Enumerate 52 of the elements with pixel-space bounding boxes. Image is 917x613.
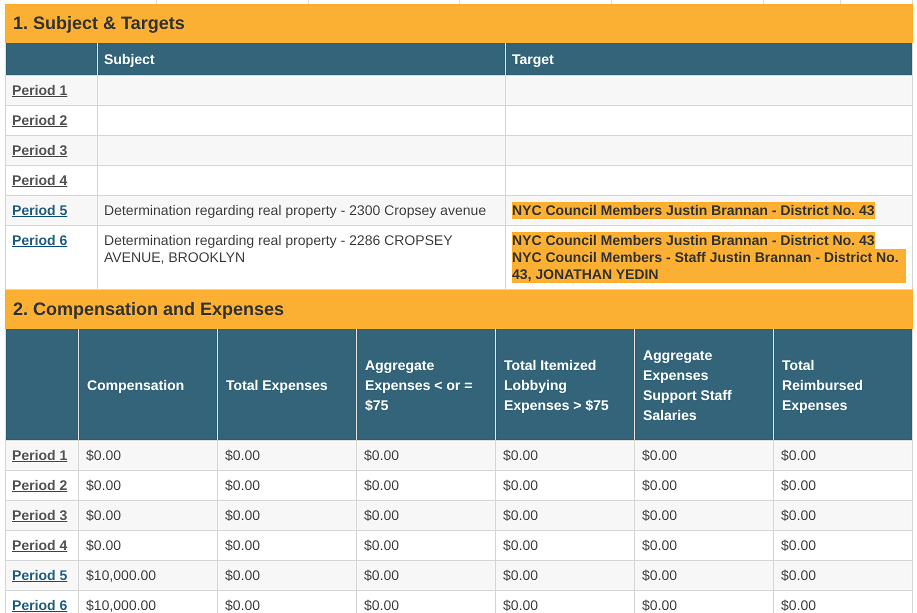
- amount-text: $0.00: [642, 597, 678, 613]
- amount-text: $0.00: [225, 567, 260, 583]
- amount-text: $0.00: [364, 567, 400, 583]
- subject-text: Determination regarding real property - 2300 Cropsey avenue: [104, 202, 486, 218]
- section-title: 2. Compensation and Expenses: [13, 298, 284, 320]
- amount-text: $0.00: [642, 507, 678, 523]
- amount-text: $0.00: [225, 447, 260, 463]
- column-header: Target: [506, 43, 912, 76]
- amount-text: $0.00: [225, 597, 260, 613]
- amount-text: $10,000.00: [86, 597, 156, 613]
- amount-text: $0.00: [781, 447, 816, 463]
- amount-text: $0.00: [781, 477, 816, 493]
- target-text: NYC Council Members Justin Brannan - District No. 43: [512, 202, 875, 219]
- amount-text: $0.00: [781, 537, 816, 553]
- column-header: Subject: [98, 43, 506, 76]
- target-text: NYC Council Members Justin Brannan - District No. 43: [512, 232, 875, 249]
- column-header: Compensation: [78, 329, 218, 440]
- amount-text: $0.00: [503, 567, 538, 583]
- column-header: Aggregate Expenses < or = $75: [356, 329, 496, 440]
- amount-text: $0.00: [86, 447, 122, 463]
- amount-text: $0.00: [86, 477, 122, 493]
- amount-text: $0.00: [503, 537, 538, 553]
- amount-text: $0.00: [364, 597, 400, 613]
- column-header: Total Itemized Lobbying Expenses > $75: [496, 329, 634, 440]
- amount-text: $0.00: [642, 477, 678, 493]
- amount-text: $0.00: [642, 447, 678, 463]
- amount-text: $0.00: [503, 597, 538, 613]
- amount-text: $0.00: [503, 447, 538, 463]
- amount-text: $0.00: [781, 507, 816, 523]
- amount-text: $0.00: [503, 507, 538, 523]
- column-header: Aggregate Expenses Support Staff Salaries: [634, 329, 774, 440]
- target-text: NYC Council Members - Staff Justin Brannan - District No. 43, JONATHAN YEDIN: [512, 249, 906, 283]
- amount-text: $0.00: [781, 597, 816, 613]
- amount-text: $0.00: [781, 567, 816, 583]
- amount-text: $10,000.00: [86, 567, 156, 583]
- amount-text: $0.00: [225, 477, 260, 493]
- subject-text: Determination regarding real property - 2286 CROPSEY AVENUE, BROOKLYN: [104, 232, 452, 265]
- amount-text: $0.00: [364, 477, 400, 493]
- amount-text: $0.00: [225, 537, 260, 553]
- amount-text: $0.00: [86, 537, 122, 553]
- column-header: Total Reimbursed Expenses: [774, 329, 912, 440]
- amount-text: $0.00: [225, 507, 260, 523]
- amount-text: $0.00: [364, 447, 400, 463]
- amount-text: $0.00: [642, 537, 678, 553]
- amount-text: $0.00: [364, 537, 400, 553]
- amount-text: $0.00: [86, 507, 122, 523]
- period-link[interactable]: Period 6: [12, 232, 68, 248]
- column-header: Total Expenses: [218, 329, 356, 440]
- amount-text: $0.00: [364, 507, 400, 523]
- amount-text: $0.00: [503, 477, 538, 493]
- section-title: 1. Subject & Targets: [13, 12, 185, 34]
- amount-text: $0.00: [642, 567, 678, 583]
